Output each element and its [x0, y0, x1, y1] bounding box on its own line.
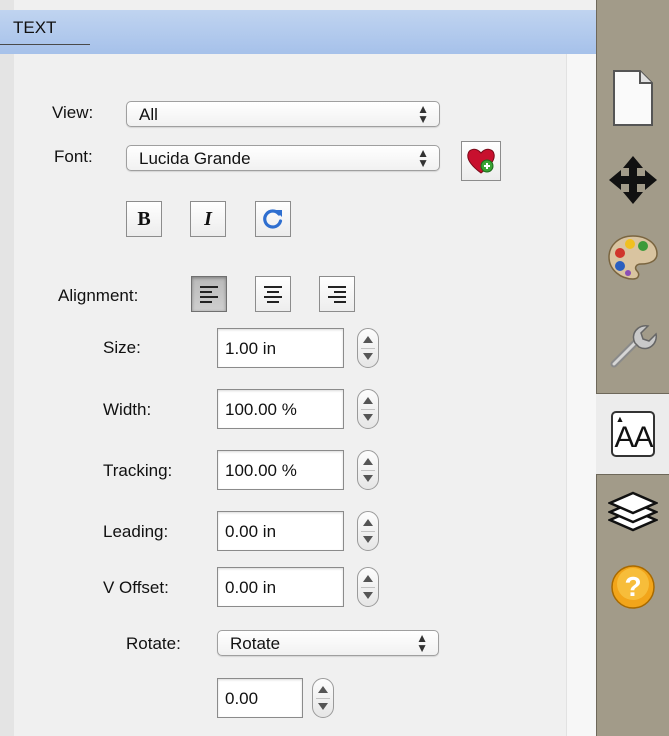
leading-stepper[interactable] [357, 511, 379, 551]
select-arrows-icon: ▲ ▼ [417, 146, 429, 170]
stepper-down-icon [318, 703, 328, 710]
panel-left-strip [0, 0, 14, 736]
size-stepper[interactable] [357, 328, 379, 368]
italic-label: I [204, 207, 212, 230]
stepper-up-icon [363, 519, 373, 526]
width-input[interactable]: 100.00 % [217, 389, 344, 429]
align-left-button[interactable] [191, 276, 227, 312]
tool-colors[interactable] [597, 218, 669, 298]
palette-icon [608, 235, 658, 280]
tool-text[interactable]: ▲ AA [596, 393, 669, 475]
stepper-up-icon [363, 575, 373, 582]
font-select-value: Lucida Grande [139, 149, 251, 168]
size-label: Size: [103, 338, 141, 357]
align-center-icon [264, 286, 282, 288]
voffset-input[interactable]: 0.00 in [217, 567, 344, 607]
select-arrows-icon: ▲ ▼ [417, 102, 429, 126]
align-right-button[interactable] [319, 276, 355, 312]
font-select[interactable]: Lucida Grande ▲ ▼ [126, 145, 440, 171]
width-value: 100.00 % [225, 400, 297, 419]
rotate-value: 0.00 [225, 689, 259, 708]
text-panel: TEXT View: All ▲ ▼ Font: Lucida Grande ▲ ▼… [0, 0, 597, 736]
tracking-value: 100.00 % [225, 461, 297, 480]
stepper-up-icon [363, 336, 373, 343]
stepper-down-icon [363, 592, 373, 599]
tool-settings[interactable] [597, 305, 669, 385]
stepper-up-icon [318, 686, 328, 693]
rotate-mode-select[interactable]: Rotate ▲ ▼ [217, 630, 439, 656]
panel-scroll-gutter [566, 54, 597, 736]
tool-layers[interactable] [597, 472, 669, 552]
title-underline [0, 44, 90, 45]
font-label: Font: [54, 147, 93, 166]
refresh-icon [263, 209, 283, 229]
bold-label: B [137, 207, 151, 230]
wrench-icon [610, 325, 657, 368]
stepper-down-icon [363, 475, 373, 482]
stepper-down-icon [363, 536, 373, 543]
leading-input[interactable]: 0.00 in [217, 511, 344, 551]
alignment-label: Alignment: [58, 286, 139, 305]
stepper-up-icon [363, 458, 373, 465]
layers-icon [608, 491, 658, 532]
view-select-value: All [139, 105, 158, 124]
align-center-button[interactable] [255, 276, 291, 312]
move-icon [609, 156, 657, 204]
reset-style-button[interactable] [255, 201, 291, 237]
italic-button[interactable]: I [190, 201, 226, 237]
size-input[interactable]: 1.00 in [217, 328, 344, 368]
view-label: View: [52, 103, 94, 122]
panel-title: TEXT [13, 18, 57, 37]
text-size-icon: ▲ AA [610, 411, 655, 457]
help-icon: ? [611, 565, 655, 609]
tool-document[interactable] [597, 58, 669, 138]
add-favorite-font-button[interactable] [461, 141, 501, 181]
leading-value: 0.00 in [225, 522, 277, 541]
voffset-value: 0.00 in [225, 578, 277, 597]
width-stepper[interactable] [357, 389, 379, 429]
app-window: TEXT View: All ▲ ▼ Font: Lucida Grande ▲ ▼… [0, 0, 669, 736]
tool-sidebar: ▲ AA ? [596, 0, 669, 736]
tracking-label: Tracking: [103, 461, 173, 480]
bold-button[interactable]: B [126, 201, 162, 237]
tracking-input[interactable]: 100.00 % [217, 450, 344, 490]
size-value: 1.00 in [225, 339, 277, 358]
panel-title-bar: TEXT [0, 10, 596, 54]
view-select[interactable]: All ▲ ▼ [126, 101, 440, 127]
leading-label: Leading: [103, 522, 169, 541]
stepper-up-icon [363, 397, 373, 404]
tracking-stepper[interactable] [357, 450, 379, 490]
rotate-mode-value: Rotate [230, 634, 281, 653]
page-icon [613, 70, 653, 126]
stepper-down-icon [363, 414, 373, 421]
width-label: Width: [103, 400, 152, 419]
text-size-icon-label: AA [614, 421, 654, 454]
svg-text:?: ? [624, 571, 641, 602]
voffset-label: V Offset: [103, 578, 169, 597]
tool-help[interactable]: ? [597, 547, 669, 627]
voffset-stepper[interactable] [357, 567, 379, 607]
align-right-icon [328, 286, 346, 288]
rotate-input[interactable]: 0.00 [217, 678, 303, 718]
align-left-icon [200, 286, 218, 288]
rotate-label: Rotate: [126, 634, 181, 653]
rotate-stepper[interactable] [312, 678, 334, 718]
select-arrows-icon: ▲ ▼ [416, 631, 428, 655]
heart-plus-icon [467, 148, 495, 174]
stepper-down-icon [363, 353, 373, 360]
tool-move[interactable] [597, 140, 669, 220]
